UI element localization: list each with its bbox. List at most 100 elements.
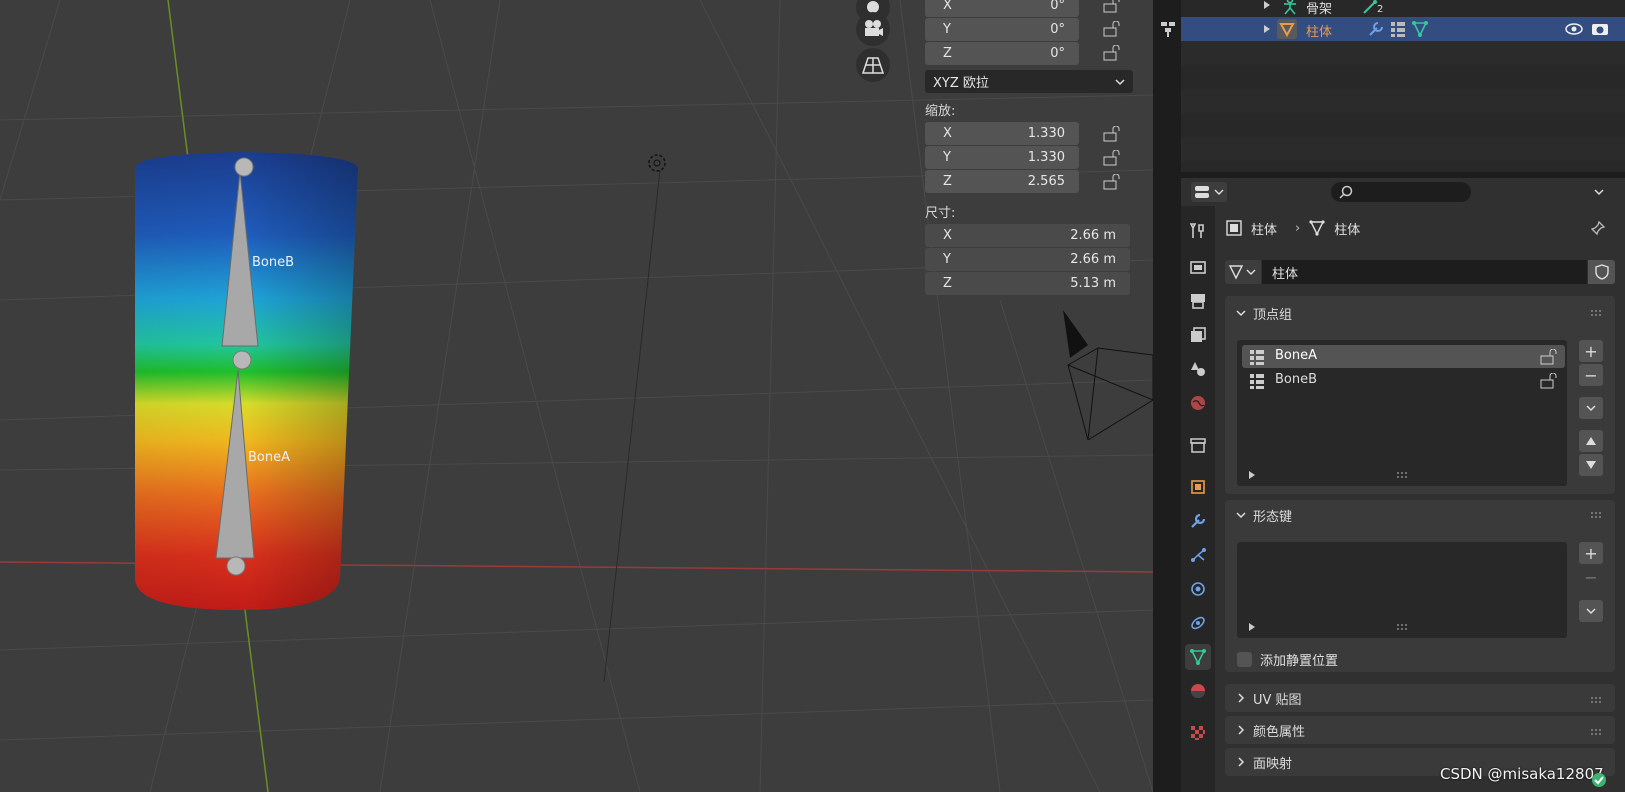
scale-z-field[interactable]: Z 2.565 (925, 170, 1079, 193)
relative-checkbox-label: 添加静置位置 (1260, 654, 1339, 669)
watermark: CSDN @misaka12807 (1440, 765, 1604, 783)
lock-icon[interactable] (1540, 349, 1558, 365)
dimension-y-field[interactable]: Y 2.66 m (925, 248, 1130, 271)
light-icon[interactable] (644, 150, 670, 176)
perspective-toggle-button[interactable] (856, 48, 890, 82)
outliner-empty-row (1181, 41, 1625, 65)
tab-texture[interactable] (1185, 720, 1211, 746)
output-icon (1191, 294, 1205, 309)
editor-type-button[interactable] (1191, 182, 1227, 202)
shape-keys-header[interactable]: 形态键 (1225, 500, 1615, 530)
mesh-data-icon (1190, 649, 1206, 665)
outliner-row-armature[interactable]: 骨架 2 (1181, 0, 1625, 18)
field-value: 5.13 m (1070, 276, 1116, 291)
lock-icon[interactable] (1103, 21, 1121, 37)
lock-icon[interactable] (1540, 373, 1558, 389)
outliner-row-cylinder[interactable]: 柱体 (1181, 17, 1625, 41)
pin-icon[interactable] (1590, 220, 1606, 236)
rotation-mode-select[interactable]: XYZ 欧拉 (925, 70, 1133, 93)
move-down-button[interactable] (1579, 454, 1603, 476)
uv-maps-header[interactable]: UV 贴图 (1225, 683, 1615, 713)
vertex-group-specials-button[interactable] (1579, 397, 1603, 419)
shape-key-specials-button[interactable] (1579, 600, 1603, 622)
relative-checkbox[interactable] (1237, 652, 1252, 667)
armature-icon (1284, 0, 1296, 15)
tab-output[interactable] (1185, 288, 1211, 314)
expand-arrow-icon[interactable] (1248, 470, 1256, 480)
camera-toggle-button[interactable] (856, 12, 890, 46)
axis-label: X (943, 126, 952, 141)
fake-user-button[interactable] (1588, 260, 1615, 284)
tab-world[interactable] (1185, 390, 1211, 416)
add-vertex-group-button[interactable]: + (1579, 340, 1603, 362)
tab-mesh-data[interactable] (1185, 644, 1211, 670)
rotation-x-field[interactable]: X 0° (925, 0, 1079, 17)
rotation-z-field[interactable]: Z 0° (925, 42, 1079, 65)
dimension-z-field[interactable]: Z 5.13 m (925, 272, 1130, 295)
tab-physics[interactable] (1185, 576, 1211, 602)
list-item[interactable]: BoneA (1242, 345, 1565, 368)
3d-viewport[interactable]: BoneB BoneA X 0° Y 0° Z 0° XYZ 欧拉 缩放: X … (0, 0, 1153, 792)
rotation-y-field[interactable]: Y 0° (925, 18, 1079, 41)
field-value: 1.330 (1027, 150, 1065, 165)
expand-arrow-icon[interactable] (1263, 24, 1271, 34)
tab-object[interactable] (1185, 474, 1211, 500)
lock-icon[interactable] (1103, 126, 1121, 142)
tab-view-layer[interactable] (1185, 322, 1211, 348)
filter-icon[interactable] (1159, 20, 1177, 38)
chevron-down-icon (1236, 512, 1246, 519)
drag-handle-icon[interactable] (1590, 510, 1604, 520)
lock-icon[interactable] (1103, 0, 1121, 13)
add-shape-key-button[interactable]: + (1579, 542, 1603, 564)
bone-label-a: BoneA (248, 450, 291, 465)
tab-constraints[interactable] (1185, 610, 1211, 636)
properties-search-input[interactable] (1331, 182, 1471, 202)
list-item[interactable]: BoneB (1242, 369, 1565, 392)
world-icon (1191, 396, 1205, 410)
tab-particles[interactable] (1185, 542, 1211, 568)
resize-handle-icon[interactable] (1396, 624, 1410, 630)
object-icon (1191, 480, 1205, 494)
drag-handle-icon[interactable] (1590, 308, 1604, 318)
lock-icon[interactable] (1103, 45, 1121, 61)
axis-label: X (943, 0, 952, 13)
tab-scene[interactable] (1185, 356, 1211, 382)
chevron-down-icon[interactable] (1593, 186, 1605, 198)
relative-checkbox-row[interactable]: 添加静置位置 (1237, 650, 1338, 669)
lock-icon[interactable] (1103, 174, 1121, 190)
render-camera-icon[interactable] (1591, 21, 1609, 37)
particles-icon (1191, 548, 1206, 562)
outliner[interactable]: 骨架 2 柱体 (1181, 0, 1625, 172)
expand-arrow-icon[interactable] (1248, 622, 1256, 632)
tab-tool[interactable] (1185, 218, 1211, 244)
axis-label: Z (943, 46, 952, 61)
vertex-groups-header[interactable]: 顶点组 (1225, 298, 1615, 328)
scale-x-field[interactable]: X 1.330 (925, 122, 1079, 145)
tab-render[interactable] (1185, 254, 1211, 280)
panel-title: 顶点组 (1253, 307, 1293, 323)
mesh-name-value: 柱体 (1272, 266, 1299, 282)
mesh-name-input[interactable]: 柱体 (1262, 260, 1587, 284)
tab-modifiers[interactable] (1185, 508, 1211, 534)
texture-icon (1191, 726, 1205, 740)
vertex-group-icon (1250, 350, 1264, 365)
constraint-icon (1191, 616, 1205, 630)
color-attributes-header[interactable]: 颜色属性 (1225, 715, 1615, 745)
lock-icon[interactable] (1103, 150, 1121, 166)
tab-material[interactable] (1185, 678, 1211, 704)
remove-vertex-group-button[interactable]: − (1579, 364, 1603, 386)
triangle-down-icon (1586, 461, 1596, 469)
eye-icon[interactable] (1565, 21, 1583, 37)
camera-object-icon[interactable] (1058, 310, 1153, 440)
resize-handle-icon[interactable] (1396, 472, 1410, 478)
dimension-x-field[interactable]: X 2.66 m (925, 224, 1130, 247)
mesh-browse-button[interactable] (1225, 260, 1261, 284)
drag-handle-icon[interactable] (1590, 695, 1604, 705)
tab-collection[interactable] (1185, 432, 1211, 458)
vertex-group-name: BoneA (1275, 348, 1318, 363)
scale-y-field[interactable]: Y 1.330 (925, 146, 1079, 169)
remove-shape-key-button[interactable]: − (1579, 566, 1603, 588)
drag-handle-icon[interactable] (1590, 727, 1604, 737)
move-up-button[interactable] (1579, 430, 1603, 452)
expand-arrow-icon[interactable] (1263, 0, 1271, 10)
